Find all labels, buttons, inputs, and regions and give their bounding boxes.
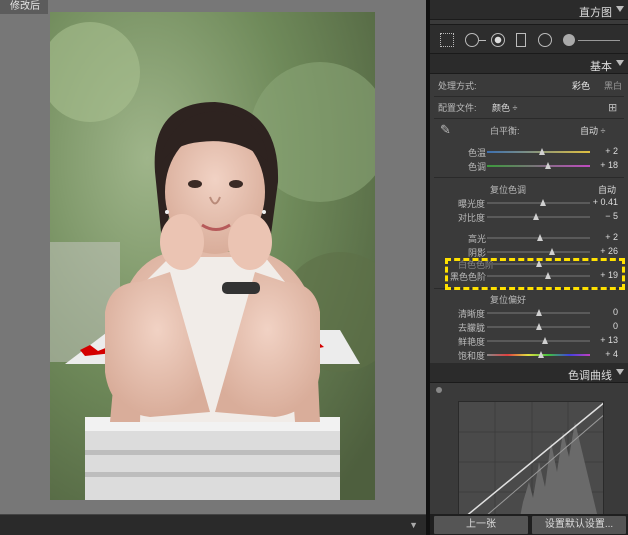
shadows-slider-row[interactable]: 阴影 + 26 <box>430 246 628 258</box>
red-eye-icon[interactable] <box>491 33 505 47</box>
highlights-slider-row[interactable]: 高光 + 2 <box>430 232 628 244</box>
profile-browser-icon[interactable]: ⊞ <box>608 101 617 114</box>
contrast-track[interactable] <box>487 213 590 220</box>
vibrance-slider-row[interactable]: 鲜艳度 + 13 <box>430 335 628 347</box>
tint-slider-row[interactable]: 色调 + 18 <box>430 160 628 172</box>
exposure-slider-row[interactable]: 曝光度 + 0.41 <box>430 197 628 209</box>
temp-track[interactable] <box>487 148 590 155</box>
vibrance-label: 鲜艳度 <box>458 337 486 347</box>
presence-header-row: 复位偏好 <box>430 293 628 305</box>
vibrance-value[interactable]: + 13 <box>600 335 618 345</box>
tool-strip <box>430 24 628 54</box>
treatment-bw-option[interactable]: 黑白 <box>604 79 622 92</box>
portrait-image <box>50 12 375 500</box>
shadows-track[interactable] <box>487 248 590 255</box>
brush-size-slider[interactable] <box>578 40 620 41</box>
filmstrip-bar: ▼ <box>0 514 426 535</box>
tint-knob[interactable] <box>544 162 551 169</box>
treatment-row: 处理方式: 彩色 黑白 <box>430 79 628 93</box>
blacks-highlight-box <box>445 258 625 290</box>
profile-row: 配置文件: 颜色 ÷ ⊞ <box>430 101 628 115</box>
wb-label: 白平衡: <box>490 126 520 136</box>
exposure-value[interactable]: + 0.41 <box>593 197 618 207</box>
collapse-triangle-icon[interactable] <box>616 369 624 375</box>
clarity-track[interactable] <box>487 309 590 316</box>
tone-header-row: 复位色调 自动 <box>430 183 628 195</box>
exposure-track[interactable] <box>487 199 590 206</box>
view-label: 修改后 <box>0 0 48 14</box>
wb-row: ✎ 白平衡: 自动 ÷ <box>430 122 628 138</box>
shadows-knob[interactable] <box>548 248 555 255</box>
histogram-title: 直方图 <box>579 7 612 19</box>
dehaze-slider-row[interactable]: 去朦胧 0 <box>430 321 628 333</box>
tint-value[interactable]: + 18 <box>600 160 618 170</box>
target-adjust-icon[interactable] <box>436 387 442 393</box>
exposure-knob[interactable] <box>539 199 546 206</box>
exposure-label: 曝光度 <box>458 199 486 209</box>
presence-reset-label[interactable]: 复位偏好 <box>490 293 526 306</box>
dehaze-track[interactable] <box>487 323 590 330</box>
graduated-filter-icon[interactable] <box>516 33 526 47</box>
profile-select[interactable]: 颜色 ÷ <box>492 101 517 114</box>
photo-preview[interactable] <box>50 12 375 500</box>
basic-header[interactable]: 基本 <box>430 54 628 74</box>
collapse-triangle-icon[interactable] <box>616 60 624 66</box>
shadows-value[interactable]: + 26 <box>600 246 618 256</box>
saturation-slider-row[interactable]: 饱和度 + 4 <box>430 349 628 361</box>
contrast-label: 对比度 <box>458 213 486 223</box>
crop-icon[interactable] <box>440 33 454 47</box>
dropdown-arrow-icon[interactable]: ▼ <box>409 520 418 530</box>
tone-curve-graph[interactable] <box>458 401 604 521</box>
highlights-value[interactable]: + 2 <box>605 232 618 242</box>
collapse-triangle-icon[interactable] <box>616 6 624 12</box>
contrast-knob[interactable] <box>533 213 540 220</box>
preview-area: 修改后 ▼ <box>0 0 426 535</box>
clarity-knob[interactable] <box>535 309 542 316</box>
temp-slider-row[interactable]: 色温 + 2 <box>430 146 628 158</box>
set-default-button[interactable]: 设置默认设置... <box>532 516 626 534</box>
temp-label: 色温 <box>468 148 487 158</box>
treatment-color-option[interactable]: 彩色 <box>572 79 590 92</box>
adjustment-brush-icon[interactable] <box>563 34 575 46</box>
histogram-header[interactable]: 直方图 <box>430 0 628 20</box>
clarity-slider-row[interactable]: 清晰度 0 <box>430 307 628 319</box>
dehaze-knob[interactable] <box>535 323 542 330</box>
highlights-label: 高光 <box>468 234 487 244</box>
saturation-value[interactable]: + 4 <box>605 349 618 359</box>
treatment-label: 处理方式: <box>438 81 477 91</box>
bottom-buttons: 上一张 设置默认设置... <box>430 514 628 535</box>
contrast-value[interactable]: − 5 <box>605 211 618 221</box>
radial-filter-icon[interactable] <box>538 33 552 47</box>
saturation-track[interactable] <box>487 351 590 358</box>
tone-curve-area <box>430 383 628 521</box>
tone-curve-title: 色调曲线 <box>568 370 612 382</box>
dehaze-value[interactable]: 0 <box>613 321 618 331</box>
tone-auto-button[interactable]: 自动 <box>598 183 616 196</box>
dehaze-label: 去朦胧 <box>458 323 486 333</box>
tone-curve-svg <box>459 402 603 520</box>
saturation-label: 饱和度 <box>458 351 486 361</box>
clarity-label: 清晰度 <box>458 309 486 319</box>
wb-select[interactable]: 自动 ÷ <box>580 124 605 137</box>
spot-removal-icon[interactable] <box>465 33 486 47</box>
highlights-track[interactable] <box>487 234 590 241</box>
highlights-knob[interactable] <box>536 234 543 241</box>
tone-reset-label[interactable]: 复位色调 <box>490 183 526 196</box>
clarity-value[interactable]: 0 <box>613 307 618 317</box>
eyedropper-icon[interactable]: ✎ <box>440 122 451 138</box>
profile-label: 配置文件: <box>438 103 477 113</box>
vibrance-knob[interactable] <box>541 337 548 344</box>
tint-label: 色调 <box>468 162 487 172</box>
saturation-knob[interactable] <box>537 351 544 358</box>
basic-title: 基本 <box>590 61 612 73</box>
tint-track[interactable] <box>487 162 590 169</box>
temp-value[interactable]: + 2 <box>605 146 618 156</box>
contrast-slider-row[interactable]: 对比度 − 5 <box>430 211 628 223</box>
vibrance-track[interactable] <box>487 337 590 344</box>
tone-curve-header[interactable]: 色调曲线 <box>430 363 628 383</box>
temp-knob[interactable] <box>538 148 545 155</box>
previous-button[interactable]: 上一张 <box>434 516 528 534</box>
